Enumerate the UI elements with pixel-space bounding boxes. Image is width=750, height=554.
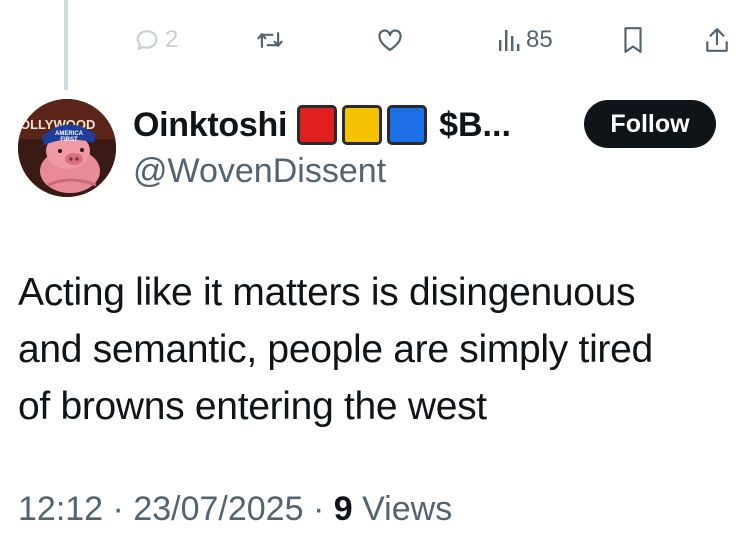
- meta-separator: [324, 490, 333, 529]
- tweet-text: Acting like it matters is disingenuous a…: [18, 264, 738, 435]
- like-button[interactable]: [376, 12, 404, 68]
- follow-button[interactable]: Follow: [584, 100, 716, 148]
- meta-separator-dot: ·: [312, 490, 325, 528]
- user-handle[interactable]: @WovenDissent: [133, 152, 386, 191]
- red-square-icon: [297, 105, 338, 145]
- meta-separator: [103, 490, 112, 529]
- share-upload-icon: [704, 26, 730, 54]
- tweet-metadata: 12:12 · 23/07/2025 · 9 Views: [18, 490, 452, 529]
- retweet-icon: [255, 26, 285, 54]
- views-count: 85: [526, 26, 553, 53]
- tweet-views-label[interactable]: Views: [362, 490, 452, 529]
- share-button[interactable]: [704, 12, 730, 68]
- avatar-hat-text-line2: FIRST: [60, 137, 78, 143]
- blue-square-icon: [387, 105, 428, 145]
- reply-count: 2: [165, 26, 179, 53]
- meta-separator: [124, 490, 133, 529]
- display-name-ticker: $B...: [439, 105, 511, 144]
- meta-separator-dot: ·: [112, 490, 124, 528]
- meta-separator: [353, 490, 362, 529]
- avatar[interactable]: OLLYWOOD AMERICA FIRST: [18, 99, 116, 197]
- bookmark-button[interactable]: [622, 12, 644, 68]
- views-button[interactable]: 85: [498, 12, 553, 68]
- tweet-line: Acting like it matters is disingenuous: [18, 271, 636, 314]
- heart-icon: [376, 26, 404, 54]
- tweet-time[interactable]: 12:12: [18, 490, 103, 529]
- tweet-action-bar: 2 85: [0, 12, 750, 68]
- reply-button[interactable]: 2: [133, 12, 178, 68]
- analytics-bars-icon: [498, 27, 522, 53]
- meta-separator: [304, 490, 313, 529]
- flag-emojis: [297, 105, 428, 145]
- tweet-line: of browns entering the west: [18, 385, 487, 428]
- tweet-views-count: 9: [333, 490, 353, 528]
- tweet-date[interactable]: 23/07/2025: [133, 490, 303, 529]
- bookmark-icon: [622, 26, 644, 54]
- tweet-line: and semantic, people are simply tired: [18, 328, 653, 371]
- reply-icon: [133, 26, 161, 54]
- display-name[interactable]: Oinktoshi: [133, 106, 287, 145]
- user-name-line: Oinktoshi $B...: [133, 100, 511, 150]
- yellow-square-icon: [342, 105, 383, 145]
- retweet-button[interactable]: [255, 12, 285, 68]
